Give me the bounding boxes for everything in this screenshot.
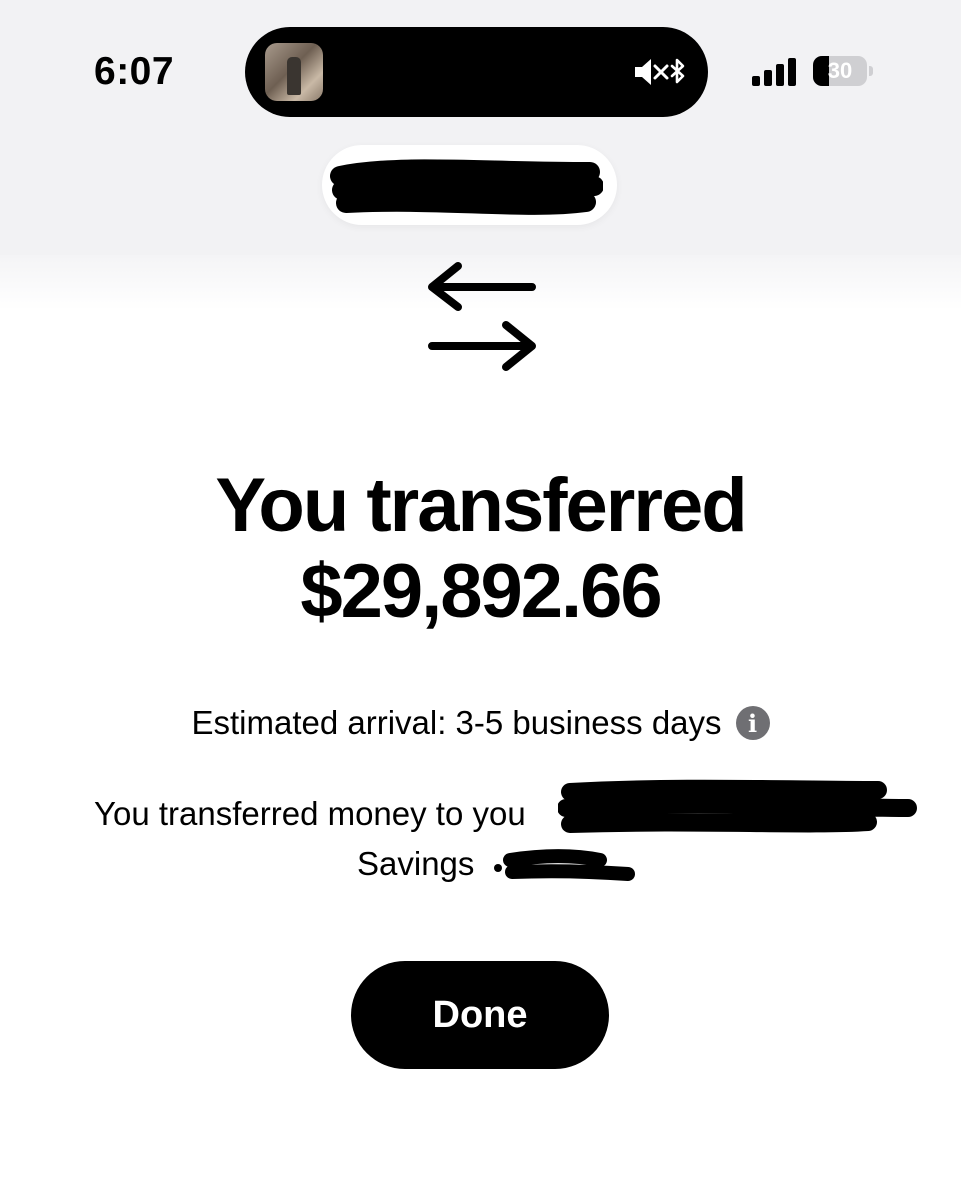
estimated-arrival-text: Estimated arrival: 3-5 business days [191, 704, 722, 741]
status-time: 6:07 [94, 50, 175, 93]
battery-tip [869, 66, 873, 76]
battery-level-label: 30 [827, 58, 853, 83]
transfer-arrows-icon [428, 262, 536, 371]
speaker-muted-bluetooth-icon [635, 58, 685, 85]
cellular-signal-icon [752, 58, 796, 86]
redaction-scribble-title [330, 159, 603, 215]
headline-line-1: You transferred [215, 463, 747, 548]
dynamic-island[interactable] [245, 27, 708, 117]
transfer-amount: $29,892.66 [300, 549, 662, 634]
info-icon-glyph: i [747, 708, 758, 738]
info-icon[interactable]: i [735, 706, 770, 740]
estimated-arrival: Estimated arrival: 3-5 business days i [0, 700, 961, 746]
transfer-detail-line-1: You transferred money to you [94, 795, 526, 832]
redaction-scribble-account-name [558, 779, 917, 833]
now-playing-thumbnail [265, 43, 323, 101]
page-title: You transferred $29,892.66 [0, 463, 961, 635]
transfer-detail-line-2: Savings [357, 845, 475, 882]
battery-indicator: 30 [813, 56, 867, 86]
redaction-scribble-account-number [503, 849, 635, 881]
done-button[interactable]: Done [351, 961, 609, 1069]
